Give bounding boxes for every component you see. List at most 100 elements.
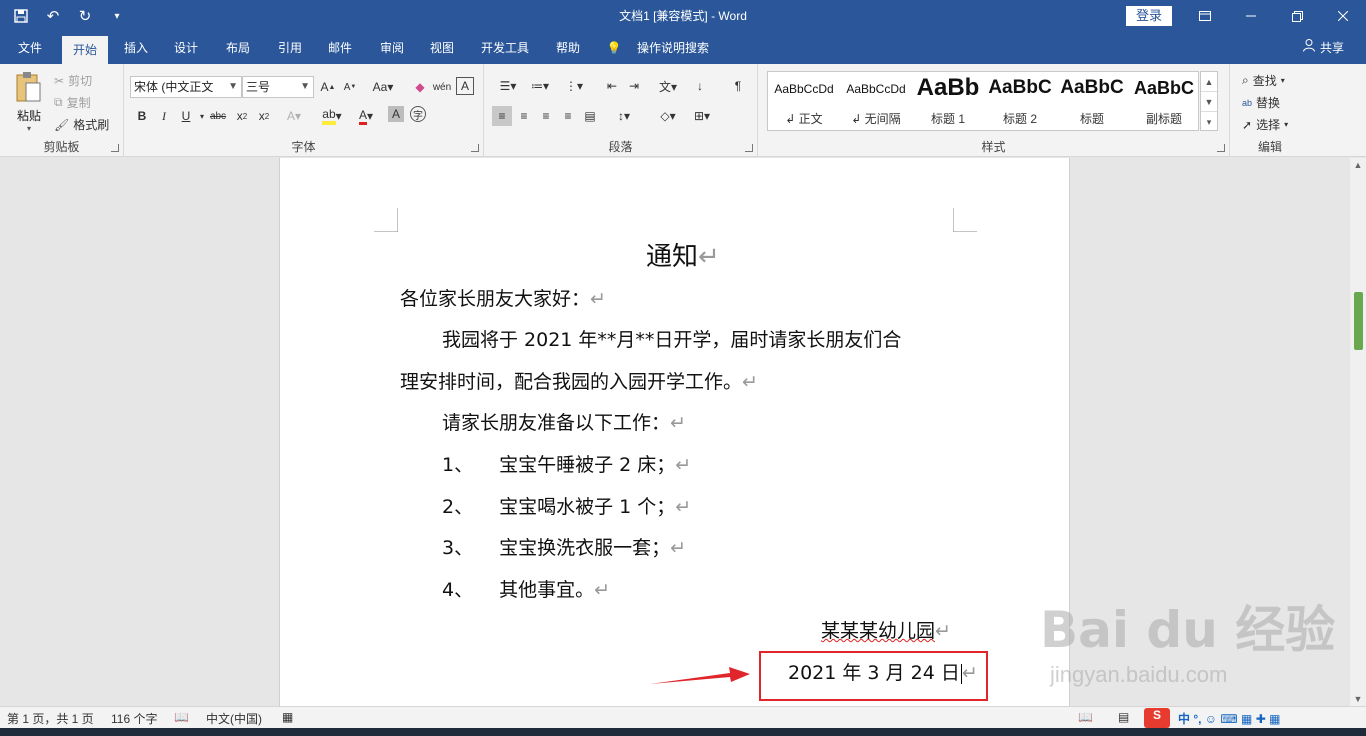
word-count[interactable]: 116 个字 [111, 710, 157, 727]
minimize-icon[interactable] [1228, 0, 1274, 32]
top-left-margin-mark [374, 208, 398, 232]
borders-icon[interactable]: ⊞▾ [688, 106, 716, 126]
style-title[interactable]: AaBbC 标题 [1056, 72, 1128, 130]
cut-button[interactable]: ✂ 剪切 [54, 72, 92, 89]
share-button[interactable]: 共享 [1302, 32, 1344, 64]
tab-design[interactable]: 设计 [166, 32, 206, 64]
subscript-icon[interactable]: x2 [232, 106, 252, 126]
format-painter-button[interactable]: 🖌 格式刷 [54, 116, 109, 133]
text-effects-icon[interactable]: A▾ [284, 106, 304, 126]
scroll-up-icon[interactable]: ▲ [1350, 160, 1366, 170]
increase-indent-icon[interactable]: ⇥ [624, 76, 644, 96]
line-spacing-icon[interactable]: ↕▾ [610, 106, 638, 126]
copy-button[interactable]: ⧉ 复制 [54, 94, 91, 111]
phonetic-guide-icon[interactable]: wén [432, 77, 452, 97]
distributed-icon[interactable]: ▤ [580, 106, 600, 126]
tab-layout[interactable]: 布局 [218, 32, 258, 64]
annotation-arrow-icon [650, 667, 750, 684]
enclose-characters-icon[interactable]: 字 [410, 106, 426, 122]
style-heading-1[interactable]: AaBb 标题 1 [912, 72, 984, 130]
tab-references[interactable]: 引用 [270, 32, 310, 64]
highlight-color-icon[interactable]: ab ▾ [318, 106, 346, 126]
scrollbar-thumb[interactable] [1354, 292, 1363, 350]
bullets-icon[interactable]: ☰▾ [494, 76, 522, 96]
close-icon[interactable] [1320, 0, 1366, 32]
paste-button[interactable]: 粘贴 ▾ [12, 70, 46, 134]
ime-mode-icon[interactable]: 中 °, ☺ ⌨ ▦ ✚ ▦ [1178, 710, 1280, 727]
superscript-icon[interactable]: x2 [254, 106, 274, 126]
find-button[interactable]: ⌕ 查找 ▾ [1242, 72, 1285, 89]
scroll-down-icon[interactable]: ▼ [1350, 694, 1366, 704]
undo-icon[interactable]: ↶ [40, 3, 66, 29]
style-no-spacing[interactable]: AaBbCcDd ↲ 无间隔 [840, 72, 912, 130]
login-button[interactable]: 登录 [1126, 6, 1172, 26]
italic-icon[interactable]: I [154, 106, 174, 126]
bold-icon[interactable]: B [132, 106, 152, 126]
tab-home[interactable]: 开始 [62, 36, 108, 64]
tab-insert[interactable]: 插入 [116, 32, 156, 64]
person-icon [1302, 32, 1316, 64]
numbering-icon[interactable]: ≔▾ [526, 76, 554, 96]
character-border-icon[interactable]: A [456, 77, 474, 95]
font-color-icon[interactable]: A ▾ [352, 106, 380, 126]
paragraph-launcher-icon[interactable] [745, 144, 753, 152]
clear-formatting-icon[interactable]: ◆ [410, 77, 430, 97]
show-paragraph-marks-icon[interactable]: ¶ [728, 76, 748, 96]
character-shading-icon[interactable]: A [388, 106, 404, 122]
save-icon[interactable] [8, 3, 34, 29]
read-mode-icon[interactable]: 📖 [1078, 710, 1093, 724]
align-center-icon[interactable]: ≡ [514, 106, 534, 126]
sort-icon[interactable]: ↓ [690, 76, 710, 96]
tab-mailings[interactable]: 邮件 [320, 32, 360, 64]
multilevel-list-icon[interactable]: ⋮▾ [560, 76, 588, 96]
select-button[interactable]: ➚ 选择 ▾ [1242, 116, 1288, 133]
search-icon: ⌕ [1242, 73, 1249, 87]
proofing-icon[interactable]: 📖 [174, 710, 189, 724]
page-count[interactable]: 第 1 页，共 1 页 [7, 710, 94, 727]
style-subtitle[interactable]: AaBbC 副标题 [1128, 72, 1200, 130]
sogou-ime-icon[interactable]: S [1144, 708, 1170, 728]
tab-developer[interactable]: 开发工具 [474, 32, 536, 64]
macro-recording-icon[interactable]: ▦ [282, 710, 293, 724]
styles-gallery: AaBbCcDd ↲ 正文 AaBbCcDd ↲ 无间隔 AaBb 标题 1 A… [767, 71, 1199, 131]
gallery-more-icon[interactable]: ▾ [1201, 112, 1217, 132]
shading-icon[interactable]: ◇▾ [654, 106, 682, 126]
lightbulb-icon[interactable]: 💡 [604, 32, 624, 64]
language-indicator[interactable]: 中文(中国) [206, 710, 262, 727]
tab-review[interactable]: 审阅 [372, 32, 412, 64]
shrink-font-icon[interactable]: A ▼ [340, 77, 360, 97]
clipboard-group-label: 剪贴板 [43, 140, 80, 154]
font-launcher-icon[interactable] [471, 144, 479, 152]
justify-icon[interactable]: ≡ [558, 106, 578, 126]
tab-view[interactable]: 视图 [422, 32, 462, 64]
restore-icon[interactable] [1274, 0, 1320, 32]
ribbon-display-options-icon[interactable] [1182, 0, 1228, 32]
clipboard-launcher-icon[interactable] [111, 144, 119, 152]
strikethrough-icon[interactable]: abc [208, 106, 228, 126]
font-size-combo[interactable]: 三号 ▼ [242, 76, 314, 98]
document-area: 通知↵ 各位家长朋友大家好：↵ 我园将于 2021 年**月**日开学，届时请家… [0, 158, 1350, 706]
paragraph-group: ☰▾ ≔▾ ⋮▾ ⇤ ⇥ 文▾ ↓ ¶ ≡ ≡ ≡ ≡ ▤ ↕▾ ◇▾ ⊞▾ 段… [484, 64, 758, 157]
chinese-layout-icon[interactable]: 文▾ [654, 76, 682, 96]
grow-font-icon[interactable]: A ▲ [318, 77, 338, 97]
tab-help[interactable]: 帮助 [548, 32, 588, 64]
document-page[interactable]: 通知↵ 各位家长朋友大家好：↵ 我园将于 2021 年**月**日开学，届时请家… [279, 158, 1070, 706]
font-name-combo[interactable]: 宋体 (中文正文 ▼ [130, 76, 242, 98]
tab-file[interactable]: 文件 [8, 32, 52, 64]
redo-icon[interactable]: ↻ [72, 3, 98, 29]
decrease-indent-icon[interactable]: ⇤ [602, 76, 622, 96]
gallery-up-icon[interactable]: ▲ [1201, 72, 1217, 92]
scissors-icon: ✂ [54, 73, 65, 88]
align-left-icon[interactable]: ≡ [492, 106, 512, 126]
vertical-scrollbar[interactable]: ▲ ▼ [1350, 158, 1366, 706]
customize-qat-icon[interactable]: ▾ [104, 3, 130, 29]
styles-launcher-icon[interactable] [1217, 144, 1225, 152]
change-case-icon[interactable]: Aa▾ [368, 77, 398, 97]
gallery-down-icon[interactable]: ▼ [1201, 92, 1217, 112]
style-heading-2[interactable]: AaBbC 标题 2 [984, 72, 1056, 130]
replace-button[interactable]: ab 替换 [1242, 94, 1280, 111]
tell-me-search[interactable]: 操作说明搜索 [630, 32, 716, 64]
align-right-icon[interactable]: ≡ [536, 106, 556, 126]
style-normal[interactable]: AaBbCcDd ↲ 正文 [768, 72, 840, 130]
print-layout-icon[interactable]: ▤ [1118, 710, 1129, 724]
